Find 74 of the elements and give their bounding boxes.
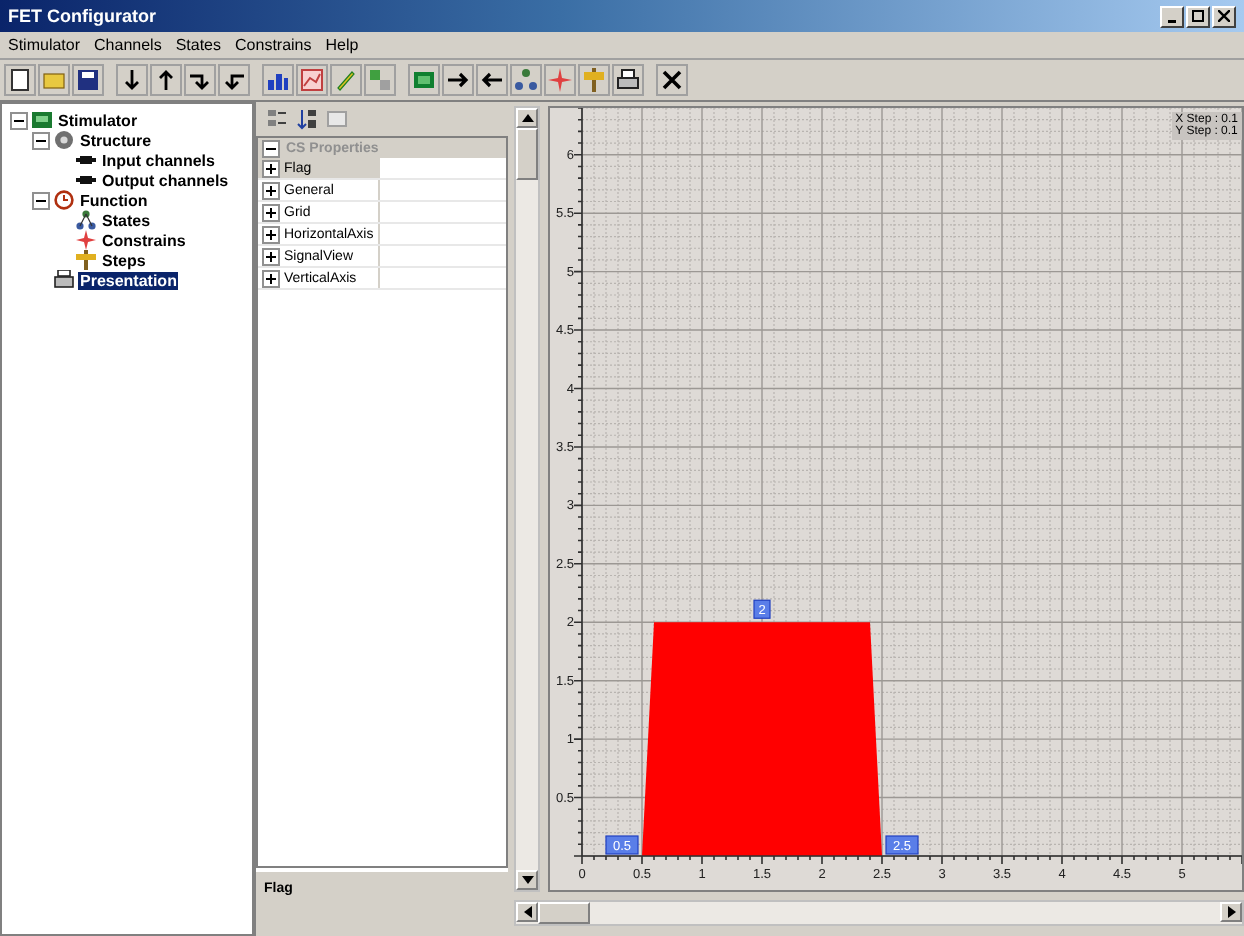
tree-item[interactable]: States — [100, 211, 153, 229]
up-arrow-icon — [521, 114, 533, 122]
toolbar-button[interactable] — [442, 64, 474, 96]
toolbar-button[interactable] — [72, 64, 104, 96]
tree-item[interactable]: Presentation — [78, 271, 179, 289]
categorized-icon — [266, 108, 288, 130]
expander-icon[interactable] — [262, 159, 280, 177]
minimize-button[interactable] — [1160, 5, 1184, 27]
signpost-icon — [582, 68, 606, 92]
plug-icon — [76, 170, 96, 190]
expander-icon[interactable] — [262, 203, 280, 221]
toolbar-button[interactable] — [656, 64, 688, 96]
menu-item[interactable]: Constrains — [235, 36, 312, 54]
tree-icon — [514, 68, 538, 92]
tree-item[interactable]: Input channels — [100, 151, 217, 169]
page-icon — [8, 68, 32, 92]
expander-icon[interactable] — [32, 191, 50, 209]
toolbar-button[interactable] — [612, 64, 644, 96]
expander-icon[interactable] — [262, 269, 280, 287]
close-icon — [660, 68, 684, 92]
bar-chart-icon — [266, 68, 290, 92]
expander-icon[interactable] — [262, 225, 280, 243]
expander-icon[interactable] — [10, 111, 28, 129]
pages-icon — [326, 108, 348, 130]
maximize-button[interactable] — [1186, 5, 1210, 27]
menu-item[interactable]: Channels — [94, 36, 162, 54]
menu-item[interactable]: States — [175, 36, 222, 54]
menu-item[interactable]: Stimulator — [8, 36, 81, 54]
printer-icon — [54, 270, 74, 290]
clock-icon — [54, 190, 74, 210]
menu-item[interactable]: Help — [325, 36, 359, 54]
maximize-icon — [1192, 10, 1204, 22]
sort-icon — [296, 108, 318, 130]
window-title: FET Configurator — [8, 6, 156, 26]
scroll-thumb[interactable] — [516, 128, 538, 180]
vertical-scrollbar[interactable] — [514, 106, 540, 892]
tree-item[interactable]: Stimulator — [56, 111, 140, 129]
down-arrow-icon — [521, 876, 533, 884]
left-arrow-icon — [523, 906, 531, 918]
toolbar-button[interactable] — [218, 64, 250, 96]
horizontal-scrollbar[interactable] — [514, 900, 1244, 926]
toolbar-button[interactable] — [476, 64, 508, 96]
star-icon — [548, 68, 572, 92]
screen-icon — [412, 68, 436, 92]
close-icon — [1218, 10, 1230, 22]
expander-icon[interactable] — [262, 181, 280, 199]
down-arrow-icon — [120, 68, 144, 92]
plug-icon — [76, 150, 96, 170]
scroll-thumb[interactable] — [538, 902, 590, 924]
tree-item[interactable]: Constrains — [100, 231, 188, 249]
expander-icon[interactable] — [32, 131, 50, 149]
up-arrow-icon — [154, 68, 178, 92]
tree-item[interactable]: Steps — [100, 251, 148, 269]
tree-item[interactable]: Output channels — [100, 171, 231, 189]
expander-icon[interactable] — [262, 247, 280, 265]
toolbar-button[interactable] — [4, 64, 36, 96]
printer-icon — [616, 68, 640, 92]
tree-item[interactable]: Function — [78, 191, 150, 209]
gear-icon — [54, 130, 74, 150]
signpost-icon — [76, 250, 96, 270]
close-button[interactable] — [1212, 5, 1236, 27]
toolbar-button[interactable] — [150, 64, 182, 96]
pencil-icon — [334, 68, 358, 92]
chart-window-icon — [300, 68, 324, 92]
right-arrow-icon — [1227, 906, 1235, 918]
left-arrow-icon — [480, 68, 504, 92]
tree-item[interactable]: Structure — [78, 131, 154, 149]
expander-icon[interactable] — [262, 139, 280, 157]
panel-icon — [32, 110, 52, 130]
right-arrow-icon — [446, 68, 470, 92]
star-icon — [76, 230, 96, 250]
toolbar-button[interactable] — [116, 64, 148, 96]
toolbar-button[interactable] — [184, 64, 216, 96]
folder-icon — [42, 68, 66, 92]
